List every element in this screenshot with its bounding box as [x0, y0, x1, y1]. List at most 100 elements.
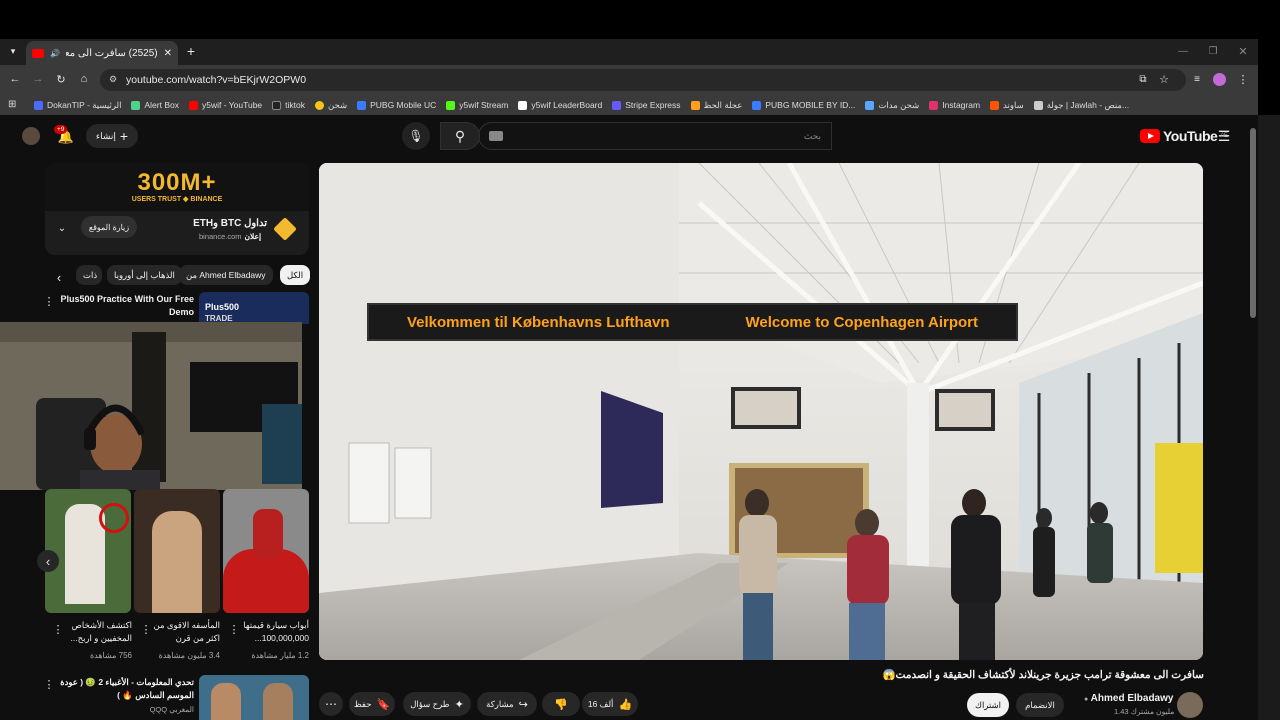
short-views: 3.4 مليون مشاهدة — [158, 651, 220, 660]
bookmark-item[interactable]: PUBG MOBILE BY ID... — [752, 100, 855, 110]
short-thumbnail[interactable] — [134, 489, 220, 613]
search-input[interactable]: بحث — [478, 122, 832, 150]
video-title: سافرت الى معشوقة ترامب جزيرة جرينلاند لأ… — [882, 669, 1204, 681]
notifications-button[interactable]: 🔔 +9 — [54, 125, 76, 147]
search-button[interactable]: ⚲ — [440, 122, 480, 150]
ad-banner-tagline: USERS TRUST ◆ BINANCE — [131, 196, 223, 203]
page-scrollbar-thumb[interactable] — [1250, 128, 1256, 318]
channel-name[interactable]: ● Ahmed Elbadawy — [1084, 693, 1173, 704]
new-tab-button[interactable]: + — [184, 43, 198, 59]
maximize-icon[interactable]: ❐ — [1206, 44, 1220, 58]
verified-icon: ● — [1084, 696, 1089, 703]
bookmarks-bar: ⊞ DokanTIP - الرئيسية Alert Box y5wif - … — [0, 95, 1258, 115]
profile-avatar[interactable] — [1213, 73, 1226, 86]
bookmark-icon: 🔖 — [376, 698, 391, 711]
reload-icon[interactable]: ↻ — [54, 72, 68, 86]
short-menu-icon[interactable]: ⋮ — [229, 622, 240, 636]
bookmark-item[interactable]: Stripe Express — [612, 100, 681, 110]
ad-card[interactable]: 300M+ USERS TRUST ◆ BINANCE تداول BTC وE… — [45, 163, 309, 255]
short-title[interactable]: أبواب سيارة قيمتها 100,000,000... — [240, 619, 309, 645]
bookmark-favicon-icon — [612, 100, 622, 110]
address-bar[interactable]: ⚙ youtube.com/watch?v=bEKjrW2OPW0 — [100, 69, 1186, 91]
keyboard-icon[interactable] — [489, 131, 503, 141]
bookmark-item[interactable]: PUBG Mobile UC — [357, 100, 436, 110]
chip-from-channel[interactable]: من Ahmed Elbadawy — [179, 265, 273, 285]
bookmark-favicon-icon — [272, 100, 282, 110]
account-avatar[interactable] — [22, 127, 40, 145]
short-menu-icon[interactable]: ⋮ — [141, 622, 152, 636]
next-thumb-person — [211, 683, 241, 720]
plus500-thumbnail[interactable]: Plus500 TRADE — [199, 292, 309, 324]
install-icon[interactable]: ⧉ — [1136, 72, 1150, 86]
join-button[interactable]: الانضمام — [1016, 693, 1064, 717]
chevron-down-icon[interactable]: ⌄ — [55, 221, 69, 235]
ask-button[interactable]: طرح سؤال ✦ — [403, 692, 471, 716]
create-button[interactable]: إنشاء + — [86, 124, 138, 148]
ad-banner-headline: 300M+ — [137, 169, 217, 196]
site-info-icon[interactable]: ⚙ — [109, 74, 117, 85]
next-video-thumbnail[interactable] — [199, 675, 309, 720]
browser-menu-icon[interactable]: ⋮ — [1237, 72, 1249, 86]
youtube-logo[interactable]: YouTube AE — [1140, 128, 1228, 144]
browser-tab[interactable]: 🔊 (2525) سافرت الى معشوقة ترا ✕ — [26, 41, 178, 65]
bookmark-item[interactable]: شحن مدات — [865, 100, 919, 111]
video-player[interactable]: Velkommen til Københavns Lufthavn Welcom… — [319, 163, 1203, 660]
bookmark-item[interactable]: Instagram — [929, 100, 980, 110]
next-video-channel[interactable]: المغربي QQQ — [100, 705, 194, 714]
bookmark-item[interactable]: y5wif - YouTube — [188, 100, 262, 110]
short-title[interactable]: اكتشف الأشخاص المخفيين و اربح... — [64, 619, 132, 645]
home-icon[interactable]: ⌂ — [77, 72, 91, 86]
like-button[interactable]: 16 ألف 👍 — [582, 692, 638, 716]
bookmark-item[interactable]: y5wif Stream — [446, 100, 508, 110]
subscriber-count: 1.43 مليون مشترك — [1114, 707, 1175, 716]
window-close-icon[interactable]: ✕ — [1236, 44, 1250, 58]
next-video-title[interactable]: تحدي المعلومات - الأغبياء 2 🤢 ( عودة الم… — [60, 676, 194, 702]
short-title[interactable]: المأسفه الاقوى من اكثر من قرن — [152, 619, 221, 645]
bookmark-item[interactable]: Alert Box — [131, 100, 179, 110]
short-figure — [253, 509, 283, 559]
bookmark-item[interactable]: ساوند — [990, 100, 1024, 111]
tab-close-icon[interactable]: ✕ — [164, 48, 172, 59]
more-actions-icon[interactable]: ⋯ — [319, 692, 343, 716]
bookmark-item[interactable]: عجلة الحظ — [690, 100, 742, 111]
bookmark-item[interactable]: y5wif LeaderBoard — [518, 100, 602, 110]
chip-europe[interactable]: الذهاب إلى أوروبا — [107, 265, 182, 285]
minimize-icon[interactable]: — — [1176, 44, 1190, 58]
channel-avatar[interactable] — [1177, 692, 1203, 718]
bookmark-favicon-icon — [34, 100, 43, 110]
sparkle-icon: ✦ — [454, 698, 464, 711]
bookmark-item[interactable]: tiktok — [272, 100, 305, 110]
plus500-title[interactable]: Plus500 Practice With Our Free Demo — [60, 293, 194, 319]
bookmark-item[interactable]: DokanTIP - الرئيسية — [34, 100, 121, 111]
back-icon[interactable]: ← — [8, 72, 22, 86]
forward-icon[interactable]: → — [31, 72, 45, 86]
bookmark-star-icon[interactable]: ☆ — [1157, 72, 1171, 86]
chips-prev-icon[interactable]: ‹ — [52, 270, 66, 285]
shorts-prev-icon[interactable]: ‹ — [37, 550, 59, 572]
short-thumbnail[interactable] — [223, 489, 309, 613]
dislike-button[interactable]: 👎 — [542, 692, 580, 716]
page-scrollbar-track[interactable] — [1258, 115, 1280, 720]
bookmark-item[interactable]: شحن — [315, 100, 347, 111]
ad-banner[interactable]: 300M+ USERS TRUST ◆ BINANCE — [45, 163, 309, 211]
share-button[interactable]: مشاركة ↪ — [477, 692, 537, 716]
tab-search-icon[interactable]: ▾ — [6, 44, 20, 58]
apps-grid-icon[interactable]: ⊞ — [8, 99, 16, 110]
voice-search-button[interactable]: 🎙 — [402, 122, 430, 150]
short-thumbnail[interactable] — [45, 489, 131, 613]
next-video-menu-icon[interactable]: ⋮ — [44, 677, 55, 691]
country-badge: AE — [1220, 133, 1228, 139]
media-controls-icon[interactable]: ≡ — [1190, 72, 1204, 86]
bookmark-item[interactable]: جولة | Jawlah - منص... — [1033, 100, 1129, 111]
airport-sign-left: Velkommen til Københavns Lufthavn — [406, 313, 670, 331]
chip-more[interactable]: ذات — [76, 265, 102, 285]
chip-all[interactable]: الكل — [280, 265, 311, 285]
subscribe-button[interactable]: اشتراك — [967, 693, 1009, 717]
visit-site-button[interactable]: زيارة الموقع — [81, 216, 137, 238]
plus500-menu-icon[interactable]: ⋮ — [44, 294, 55, 308]
bookmark-favicon-icon — [865, 100, 875, 110]
short-views: 1.2 مليار مشاهدة — [251, 651, 309, 660]
bookmark-favicon-icon — [131, 100, 141, 110]
short-menu-icon[interactable]: ⋮ — [53, 622, 64, 636]
save-button[interactable]: حفظ 🔖 — [349, 692, 395, 716]
